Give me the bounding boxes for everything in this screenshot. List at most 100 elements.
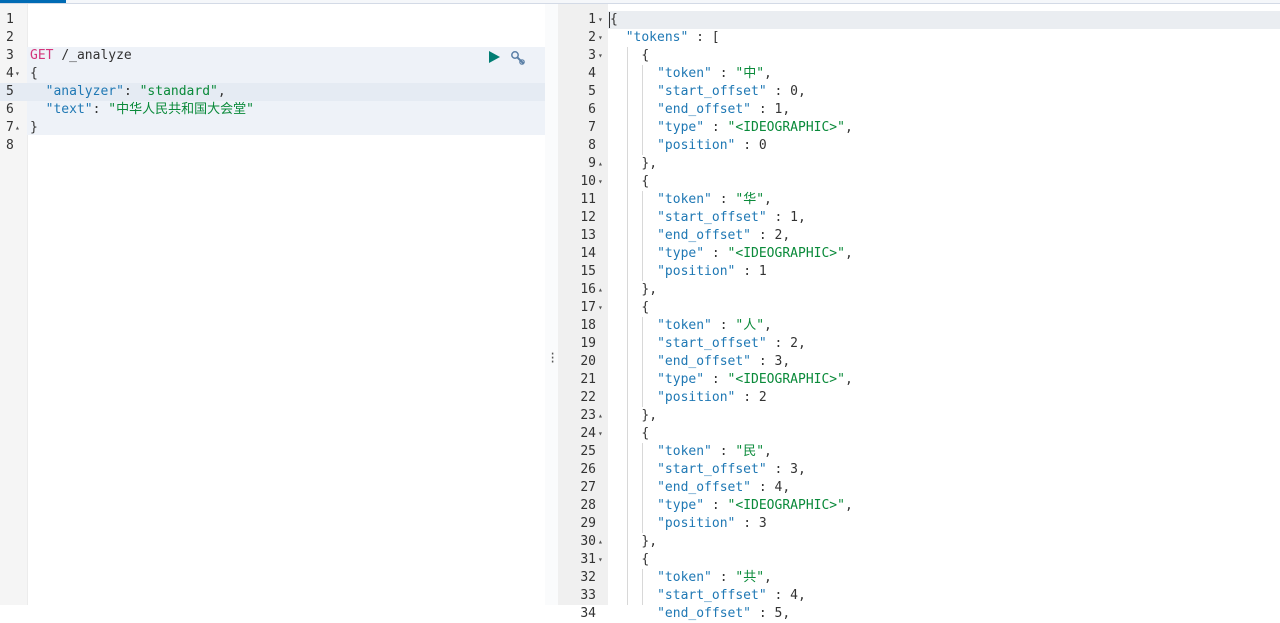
request-editor[interactable]: 1 2 3 GET /_analyze 4 ▾ {5 "analyzer": "standa… <box>0 4 545 605</box>
code-text: { <box>641 425 649 443</box>
code-text: "token" : "共", <box>657 569 772 587</box>
json-string: "<IDEOGRAPHIC>" <box>727 120 845 135</box>
pane-resizer[interactable]: · · · <box>545 4 558 605</box>
colon: : <box>766 588 791 603</box>
code-text: "position" : 2 <box>657 389 767 407</box>
code-text: "tokens" : [ <box>626 29 720 47</box>
line-number: 4 <box>588 66 596 81</box>
close-brace: }, <box>641 156 658 171</box>
response-line: 6 "end_offset" : 1, <box>558 101 1280 119</box>
json-key: "end_offset" <box>657 228 752 243</box>
colon: : <box>751 354 775 369</box>
json-number: 0 <box>790 84 798 99</box>
open-brace: { <box>641 48 650 63</box>
response-editor[interactable]: 1 ▾{2 ▾ "tokens" : [3 ▾{4 "token" : "中", 5 "sta… <box>558 4 1280 621</box>
code-text: { <box>641 47 649 65</box>
wrench-icon[interactable] <box>510 50 526 66</box>
colon: : <box>766 84 791 99</box>
indent-guide <box>642 569 644 605</box>
comma: , <box>797 336 806 351</box>
comma: , <box>764 192 772 207</box>
line-number: 11 <box>580 192 596 207</box>
comma: , <box>844 372 853 387</box>
colon: : <box>735 516 759 531</box>
response-line: 10 ▾ { <box>558 173 1280 191</box>
code-text: { <box>641 173 649 191</box>
colon: : <box>92 102 109 117</box>
colon: : <box>766 462 791 477</box>
colon: : <box>711 444 736 459</box>
fold-close-icon[interactable]: ▴ <box>15 119 20 137</box>
play-icon[interactable] <box>487 50 501 64</box>
code-text: }, <box>641 407 657 425</box>
fold-open-icon[interactable]: ▾ <box>598 11 603 29</box>
fold-close-icon[interactable]: ▴ <box>598 407 603 425</box>
response-line: 26 "start_offset" : 3, <box>558 461 1280 479</box>
code-text: "token" : "人", <box>657 317 772 335</box>
close-brace: }, <box>641 408 658 423</box>
response-line: 11 "token" : "华", <box>558 191 1280 209</box>
json-key: "start_offset" <box>657 84 767 99</box>
json-string: "人" <box>735 318 765 333</box>
json-key: "start_offset" <box>657 336 767 351</box>
line-number: 5 <box>6 84 14 99</box>
response-line: 32 "token" : "共", <box>558 569 1280 587</box>
fold-open-icon[interactable]: ▾ <box>598 299 603 317</box>
response-line: 31 ▾ { <box>558 551 1280 569</box>
line-number: 2 <box>588 30 596 45</box>
indent-guide <box>642 443 644 533</box>
line-number: 26 <box>580 462 596 477</box>
json-key: "analyzer" <box>45 84 124 99</box>
json-string: "共" <box>735 570 765 585</box>
fold-open-icon[interactable]: ▾ <box>15 65 20 83</box>
response-line: 3 ▾ { <box>558 47 1280 65</box>
fold-open-icon[interactable]: ▾ <box>598 173 603 191</box>
code-line: 3 GET /_analyze <box>0 47 545 65</box>
comma: , <box>764 570 772 585</box>
resize-handle-icon[interactable]: · · · <box>549 348 556 368</box>
colon: : <box>711 192 736 207</box>
colon: : <box>123 84 140 99</box>
colon: : <box>751 228 775 243</box>
response-line: 7 "type" : "<IDEOGRAPHIC>", <box>558 119 1280 137</box>
json-string: "华" <box>735 192 765 207</box>
comma: , <box>764 444 772 459</box>
code-text: "start_offset" : 0, <box>657 83 806 101</box>
line-number: 13 <box>580 228 596 243</box>
line-number: 6 <box>6 102 14 117</box>
fold-open-icon[interactable]: ▾ <box>598 29 603 47</box>
colon: : <box>766 336 791 351</box>
open-brace: { <box>641 552 650 567</box>
code-line: 5 "analyzer": "standard", <box>0 83 545 101</box>
json-string: "standard" <box>139 84 218 99</box>
json-key: "position" <box>657 264 736 279</box>
code-text: "type" : "<IDEOGRAPHIC>", <box>657 245 853 263</box>
open-brace: { <box>641 300 650 315</box>
response-line: 2 ▾ "tokens" : [ <box>558 29 1280 47</box>
json-key: "start_offset" <box>657 210 767 225</box>
fold-open-icon[interactable]: ▾ <box>598 425 603 443</box>
json-string: "<IDEOGRAPHIC>" <box>727 246 845 261</box>
fold-close-icon[interactable]: ▴ <box>598 533 603 551</box>
json-number: 1 <box>790 210 798 225</box>
response-line: 8 "position" : 0 <box>558 137 1280 155</box>
fold-close-icon[interactable]: ▴ <box>598 281 603 299</box>
line-number: 10 <box>580 174 596 189</box>
comma: , <box>782 102 791 117</box>
fold-close-icon[interactable]: ▴ <box>598 155 603 173</box>
open-brace: { <box>641 174 650 189</box>
json-key: "token" <box>657 66 712 81</box>
comma: , <box>782 354 791 369</box>
json-number: 3 <box>758 516 767 531</box>
colon: : <box>704 246 728 261</box>
colon: : <box>751 102 775 117</box>
response-line: 5 "start_offset" : 0, <box>558 83 1280 101</box>
fold-open-icon[interactable]: ▾ <box>598 47 603 65</box>
open-bracket: [ <box>711 30 720 45</box>
code-line: 7 ▴} <box>0 119 545 137</box>
json-key: "start_offset" <box>657 462 767 477</box>
code-text: }, <box>641 281 657 299</box>
fold-open-icon[interactable]: ▾ <box>598 551 603 569</box>
close-brace: } <box>30 120 38 135</box>
